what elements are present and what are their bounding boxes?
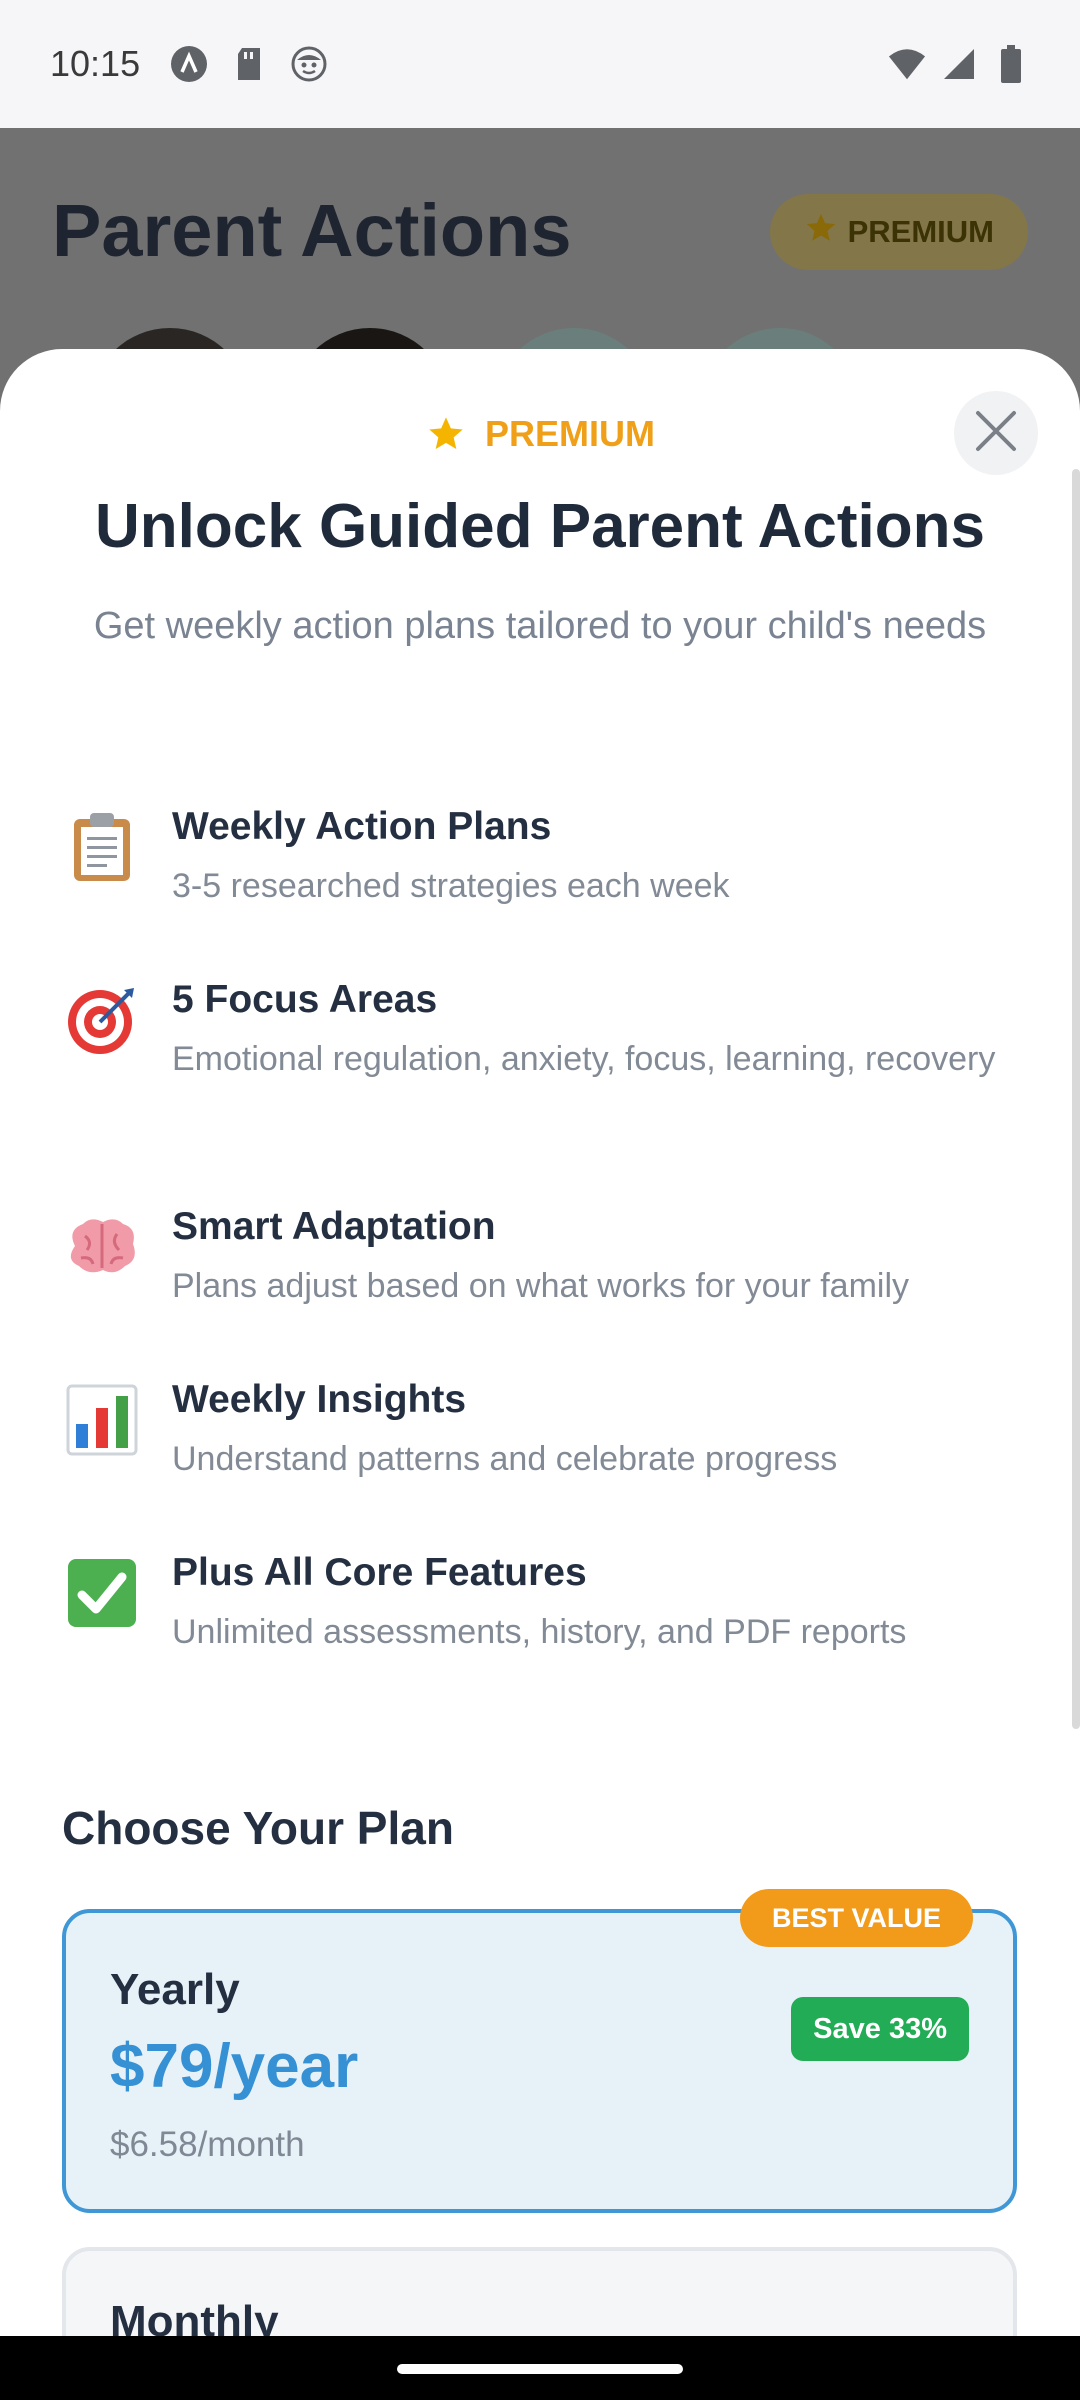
background-title: Parent Actions	[52, 189, 572, 272]
feature-text: Plus All Core Features Unlimited assessm…	[172, 1545, 906, 1659]
background-premium-label: PREMIUM	[847, 214, 994, 249]
star-icon	[425, 413, 477, 454]
plan-monthly-equivalent: $6.58/month	[110, 2125, 305, 2164]
feature-description: Understand patterns and celebrate progre…	[172, 1440, 838, 1478]
status-time: 10:15	[50, 43, 141, 84]
sd-card-icon	[230, 45, 268, 83]
feature-text: 5 Focus Areas Emotional regulation, anxi…	[172, 972, 995, 1086]
feature-title: Plus All Core Features	[172, 1551, 587, 1594]
feature-weekly-insights: Weekly Insights Understand patterns and …	[62, 1372, 1022, 1545]
feature-title: Smart Adaptation	[172, 1205, 496, 1248]
premium-label-text: PREMIUM	[485, 413, 655, 454]
scrollbar[interactable]	[1072, 469, 1080, 1729]
save-badge: Save 33%	[791, 1997, 969, 2061]
battery-icon	[992, 45, 1030, 83]
subheadline: Get weekly action plans tailored to your…	[93, 605, 987, 647]
clipboard-icon	[62, 807, 142, 887]
plan-price: $79/year	[110, 2032, 359, 2101]
brain-icon	[62, 1207, 142, 1287]
feature-focus-areas: 5 Focus Areas Emotional regulation, anxi…	[62, 972, 1022, 1199]
plan-name: Yearly	[110, 1965, 240, 2014]
bar-chart-icon	[62, 1380, 142, 1460]
star-icon	[804, 211, 838, 253]
target-icon	[62, 980, 142, 1060]
feature-text: Weekly Insights Understand patterns and …	[172, 1372, 837, 1486]
smiley-icon	[290, 45, 328, 83]
navigation-bar	[0, 2336, 1080, 2400]
plan-option-monthly[interactable]: Monthly	[62, 2247, 1017, 2336]
plan-name: Monthly	[110, 2297, 279, 2336]
a-icon	[170, 45, 208, 83]
premium-label: PREMIUM	[0, 413, 1080, 455]
status-bar: 10:15	[0, 0, 1080, 128]
feature-title: Weekly Action Plans	[172, 805, 552, 848]
premium-sheet: PREMIUM Unlock Guided Parent Actions Get…	[0, 349, 1080, 2336]
feature-description: Plans adjust based on what works for you…	[172, 1267, 910, 1305]
check-mark-icon	[62, 1553, 142, 1633]
feature-smart-adaptation: Smart Adaptation Plans adjust based on w…	[62, 1199, 1022, 1372]
plan-option-yearly[interactable]: Yearly $79/year $6.58/month Save 33%	[62, 1909, 1017, 2213]
wifi-icon	[888, 45, 926, 83]
headline: Unlock Guided Parent Actions	[95, 492, 985, 561]
feature-text: Weekly Action Plans 3-5 researched strat…	[172, 799, 730, 913]
feature-core-features: Plus All Core Features Unlimited assessm…	[62, 1545, 1022, 1718]
feature-title: Weekly Insights	[172, 1378, 467, 1421]
status-icons-right	[888, 45, 1030, 83]
feature-title: 5 Focus Areas	[172, 978, 438, 1021]
feature-description: 3-5 researched strategies each week	[172, 867, 730, 905]
signal-icon	[940, 45, 978, 83]
status-icons-left	[170, 45, 328, 83]
background-premium-badge[interactable]: PREMIUM	[769, 194, 1028, 270]
home-gesture-handle[interactable]	[397, 2364, 683, 2374]
feature-description: Unlimited assessments, history, and PDF …	[172, 1613, 907, 1651]
feature-text: Smart Adaptation Plans adjust based on w…	[172, 1199, 909, 1313]
choose-plan-title: Choose Your Plan	[62, 1802, 454, 1854]
feature-description: Emotional regulation, anxiety, focus, le…	[172, 1040, 996, 1078]
best-value-badge: BEST VALUE	[740, 1889, 974, 1947]
feature-weekly-action-plans: Weekly Action Plans 3-5 researched strat…	[62, 799, 1022, 972]
feature-list: Weekly Action Plans 3-5 researched strat…	[62, 799, 1022, 1718]
